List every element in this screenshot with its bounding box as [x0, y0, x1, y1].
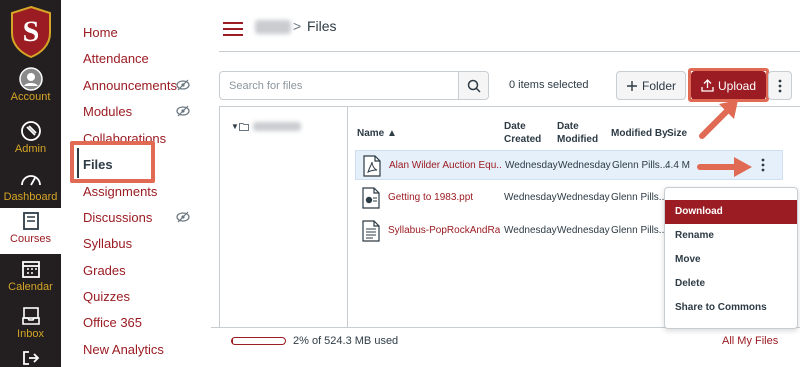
column-header-modified-by[interactable]: Modified By — [611, 127, 668, 140]
file-name-link[interactable]: Alan Wilder Auction Equ... — [389, 160, 501, 171]
calendar-icon — [18, 258, 44, 280]
breadcrumb-course-redacted[interactable] — [255, 20, 291, 34]
document-file-icon — [362, 220, 380, 242]
files-main: > Files 0 items selected Folder Upload ▼… — [211, 0, 800, 367]
file-modified-by: Glenn Pills... — [611, 225, 668, 236]
menu-share-to-commons[interactable]: Share to Commons — [665, 296, 797, 320]
search-input[interactable] — [220, 72, 459, 99]
column-header-date-created[interactable]: Date Created — [504, 120, 544, 146]
tree-expand-arrow-icon[interactable]: ▼ — [231, 122, 239, 131]
svg-text:S: S — [22, 15, 39, 48]
presentation-file-icon — [362, 187, 380, 209]
hidden-eye-icon — [176, 105, 190, 117]
menu-download[interactable]: Download — [665, 200, 797, 224]
school-logo[interactable]: S — [0, 0, 61, 63]
row-actions-button[interactable] — [757, 157, 769, 173]
gnav-admin[interactable]: Admin — [0, 118, 61, 164]
items-selected-count: 0 items selected — [509, 79, 589, 91]
gnav-dashboard-label: Dashboard — [3, 191, 58, 203]
hamburger-menu-icon[interactable] — [223, 22, 243, 36]
tree-divider — [347, 106, 348, 327]
gnav-inbox[interactable]: Inbox — [0, 303, 61, 349]
column-header-size[interactable]: Size — [667, 127, 687, 140]
shield-logo-icon: S — [10, 5, 51, 58]
file-date-modified: Wednesday — [557, 225, 610, 236]
tree-course-folder-redacted[interactable] — [253, 122, 301, 131]
inbox-icon — [18, 305, 44, 327]
course-nav-modules[interactable]: Modules — [83, 104, 132, 119]
file-modified-by: Glenn Pills... — [612, 160, 669, 171]
menu-delete[interactable]: Delete — [665, 272, 797, 296]
gnav-admin-label: Admin — [14, 143, 47, 155]
gnav-courses[interactable]: Courses — [0, 208, 61, 254]
column-header-name[interactable]: Name ▲ — [357, 127, 397, 140]
hidden-eye-icon — [176, 211, 190, 223]
header-divider — [219, 51, 800, 52]
course-nav-assignments[interactable]: Assignments — [83, 184, 157, 199]
all-my-files-link[interactable]: All My Files — [722, 335, 778, 347]
gnav-inbox-label: Inbox — [17, 328, 44, 340]
kebab-icon — [778, 79, 782, 92]
logout-icon — [18, 349, 44, 367]
gnav-courses-label: Courses — [10, 233, 51, 245]
file-modified-by: Glenn Pills... — [611, 192, 668, 203]
file-date-modified: Wednesday — [558, 160, 611, 171]
gnav-account[interactable]: Account — [0, 66, 61, 112]
gnav-dashboard[interactable]: Dashboard — [0, 166, 61, 212]
file-size: 4.4 M — [665, 160, 691, 171]
file-row[interactable]: Alan Wilder Auction Equ... Wednesday Wed… — [355, 150, 783, 180]
course-nav-new-analytics[interactable]: New Analytics — [83, 342, 164, 357]
column-header-date-modified[interactable]: Date Modified — [557, 120, 598, 146]
gnav-calendar-label: Calendar — [8, 281, 53, 293]
courses-icon — [18, 210, 44, 232]
course-navigation: Home Attendance Announcements Modules Co… — [61, 0, 211, 367]
course-nav-grades[interactable]: Grades — [83, 263, 126, 278]
dashboard-icon — [18, 168, 44, 190]
gnav-calendar[interactable]: Calendar — [0, 256, 61, 302]
kebab-icon — [761, 158, 765, 172]
breadcrumb-files: Files — [307, 18, 337, 34]
frame-left-edge — [219, 106, 220, 327]
add-folder-button[interactable]: Folder — [616, 71, 686, 100]
storage-quota-fill — [232, 338, 234, 344]
file-date-created: Wednesday — [505, 160, 558, 171]
file-actions-menu: Download Rename Move Delete Share to Com… — [664, 187, 798, 329]
global-navigation: S Account Admin Dashboard Courses Calend… — [0, 0, 61, 367]
file-date-created: Wednesday — [504, 192, 557, 203]
course-nav-syllabus[interactable]: Syllabus — [83, 236, 132, 251]
pdf-file-icon — [363, 155, 381, 177]
file-search — [219, 71, 489, 100]
hidden-eye-icon — [176, 79, 190, 91]
breadcrumb-separator: > — [293, 18, 302, 34]
menu-move[interactable]: Move — [665, 248, 797, 272]
course-nav-attendance[interactable]: Attendance — [83, 51, 149, 66]
upload-annotation-box — [688, 68, 769, 102]
storage-quota-bar — [231, 337, 286, 345]
gnav-logout[interactable] — [0, 347, 61, 367]
account-icon — [18, 67, 44, 91]
gnav-account-label: Account — [10, 91, 51, 103]
course-nav-discussions[interactable]: Discussions — [83, 210, 152, 225]
file-name-link[interactable]: Syllabus-PopRockAndRa... — [388, 225, 500, 236]
file-date-created: Wednesday — [504, 225, 557, 236]
more-options-button[interactable] — [768, 71, 792, 100]
add-folder-label: Folder — [641, 78, 676, 93]
course-nav-quizzes[interactable]: Quizzes — [83, 289, 130, 304]
folder-icon — [239, 123, 249, 131]
plus-icon — [626, 80, 637, 91]
course-nav-announcements[interactable]: Announcements — [83, 78, 177, 93]
storage-quota-text: 2% of 524.3 MB used — [293, 335, 399, 347]
search-button[interactable] — [458, 72, 488, 99]
files-annotation-box — [70, 141, 155, 183]
file-name-link[interactable]: Getting to 1983.ppt — [388, 192, 500, 203]
file-date-modified: Wednesday — [557, 192, 610, 203]
admin-icon — [18, 120, 44, 142]
course-nav-home[interactable]: Home — [83, 25, 118, 40]
menu-rename[interactable]: Rename — [665, 224, 797, 248]
course-nav-office365[interactable]: Office 365 — [83, 315, 142, 330]
search-icon — [467, 79, 481, 93]
